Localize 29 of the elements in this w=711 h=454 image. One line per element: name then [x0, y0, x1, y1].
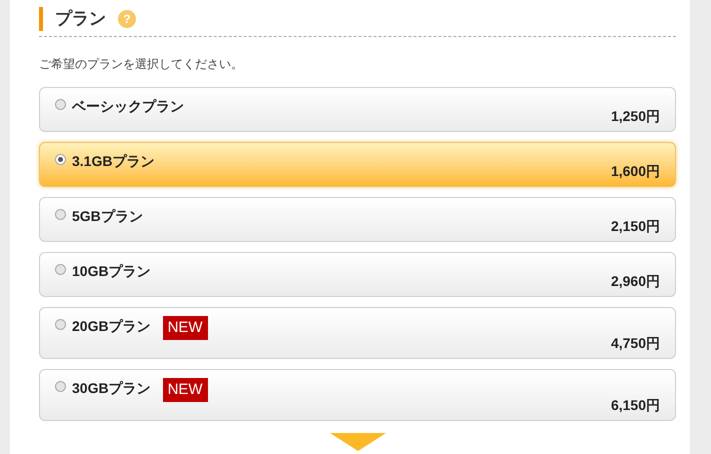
- plan-price: 2,150円: [610, 216, 660, 236]
- plan-name: 30GBプラン: [72, 378, 151, 398]
- radio-button[interactable]: [55, 318, 66, 330]
- radio-button[interactable]: [55, 264, 66, 274]
- plan-price: 2,960円: [610, 272, 660, 290]
- new-badge: NEW: [162, 378, 208, 402]
- plan-option[interactable]: 20GBプラン NEW 4,750円: [39, 306, 676, 358]
- plan-price: 6,150円: [610, 396, 660, 414]
- plan-price: 1,250円: [610, 106, 660, 126]
- plan-name: 5GBプラン: [72, 206, 143, 226]
- radio-button[interactable]: [55, 208, 66, 220]
- plan-name: 10GBプラン: [72, 262, 151, 280]
- radio-button[interactable]: [55, 154, 66, 164]
- section-title: プラン: [55, 8, 106, 30]
- plan-name: 20GBプラン: [72, 316, 151, 336]
- radio-button[interactable]: [55, 380, 66, 392]
- plan-name: 3.1GBプラン: [72, 152, 154, 170]
- plan-option[interactable]: 5GBプラン 2,150円: [39, 196, 676, 242]
- instruction-text: ご希望のプランを選択してください。: [39, 56, 244, 72]
- new-badge: NEW: [162, 316, 208, 340]
- plan-price: 1,600円: [610, 162, 660, 180]
- plan-option[interactable]: 10GBプラン 2,960円: [39, 252, 676, 296]
- plan-option[interactable]: ベーシックプラン 1,250円: [39, 86, 676, 132]
- plan-option[interactable]: 3.1GBプラン 1,600円: [39, 142, 676, 186]
- plan-price: 4,750円: [610, 334, 660, 352]
- plan-option[interactable]: 30GBプラン NEW 6,150円: [39, 368, 676, 420]
- plan-name: ベーシックプラン: [72, 96, 184, 116]
- down-arrow-icon: [330, 432, 386, 450]
- radio-button[interactable]: [55, 98, 66, 110]
